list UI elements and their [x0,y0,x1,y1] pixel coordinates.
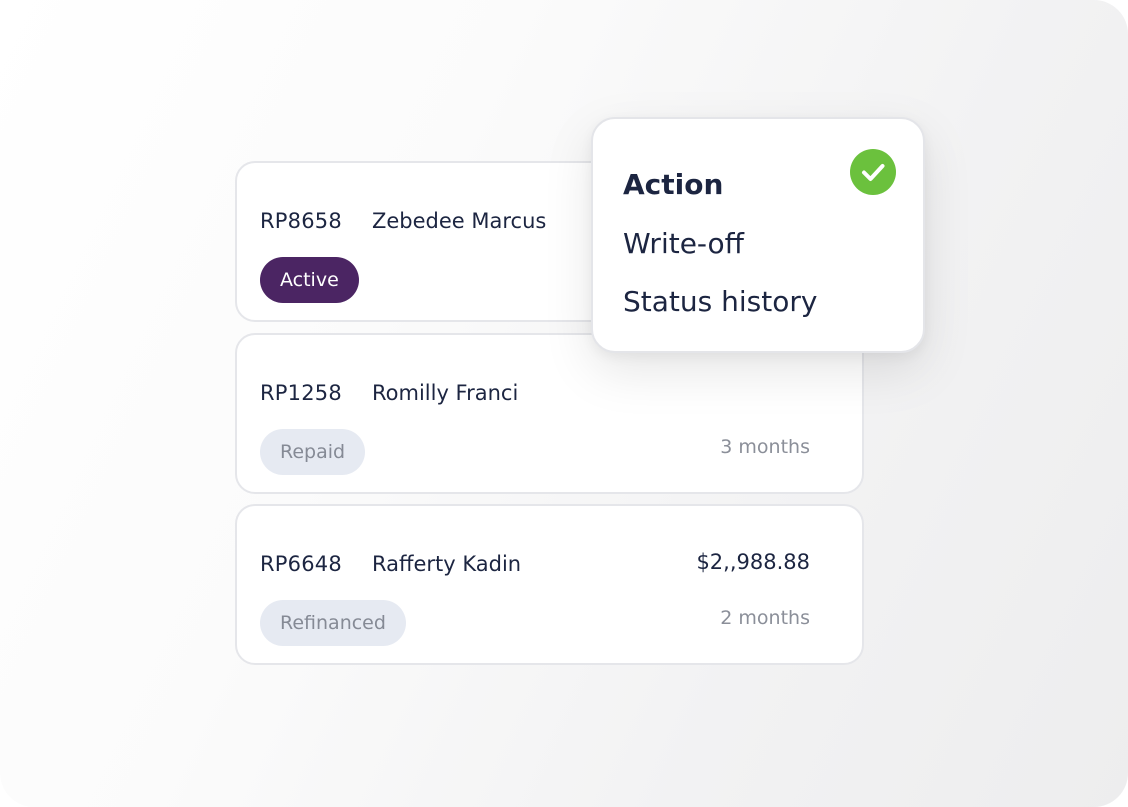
loan-id: RP8658 [260,209,342,233]
borrower-name: Zebedee Marcus [372,209,547,233]
loan-term: 2 months [720,607,810,629]
borrower-name: Romilly Franci [372,381,519,405]
check-circle-icon [850,149,896,195]
loan-card-rp6648[interactable]: RP6648 Rafferty Kadin $2,,988.88 Refinan… [235,504,864,665]
loan-term: 3 months [720,436,810,458]
action-dropdown-menu: Action Write-off Status history [591,117,925,353]
background-panel: RP8658 Zebedee Marcus Active RP1258 Romi… [0,0,1128,807]
menu-item-status-history[interactable]: Status history [623,285,817,318]
status-badge: Repaid [260,429,366,475]
loan-id: RP1258 [260,381,342,405]
loan-amount: $2,,988.88 [696,550,810,574]
status-badge: Active [260,257,359,303]
menu-item-write-off[interactable]: Write-off [623,227,744,260]
borrower-name: Rafferty Kadin [372,552,522,576]
loan-id: RP6648 [260,552,342,576]
loan-card-rp1258[interactable]: RP1258 Romilly Franci Repaid 3 months [235,333,864,494]
status-badge: Refinanced [260,600,406,646]
menu-item-action[interactable]: Action [623,168,723,201]
